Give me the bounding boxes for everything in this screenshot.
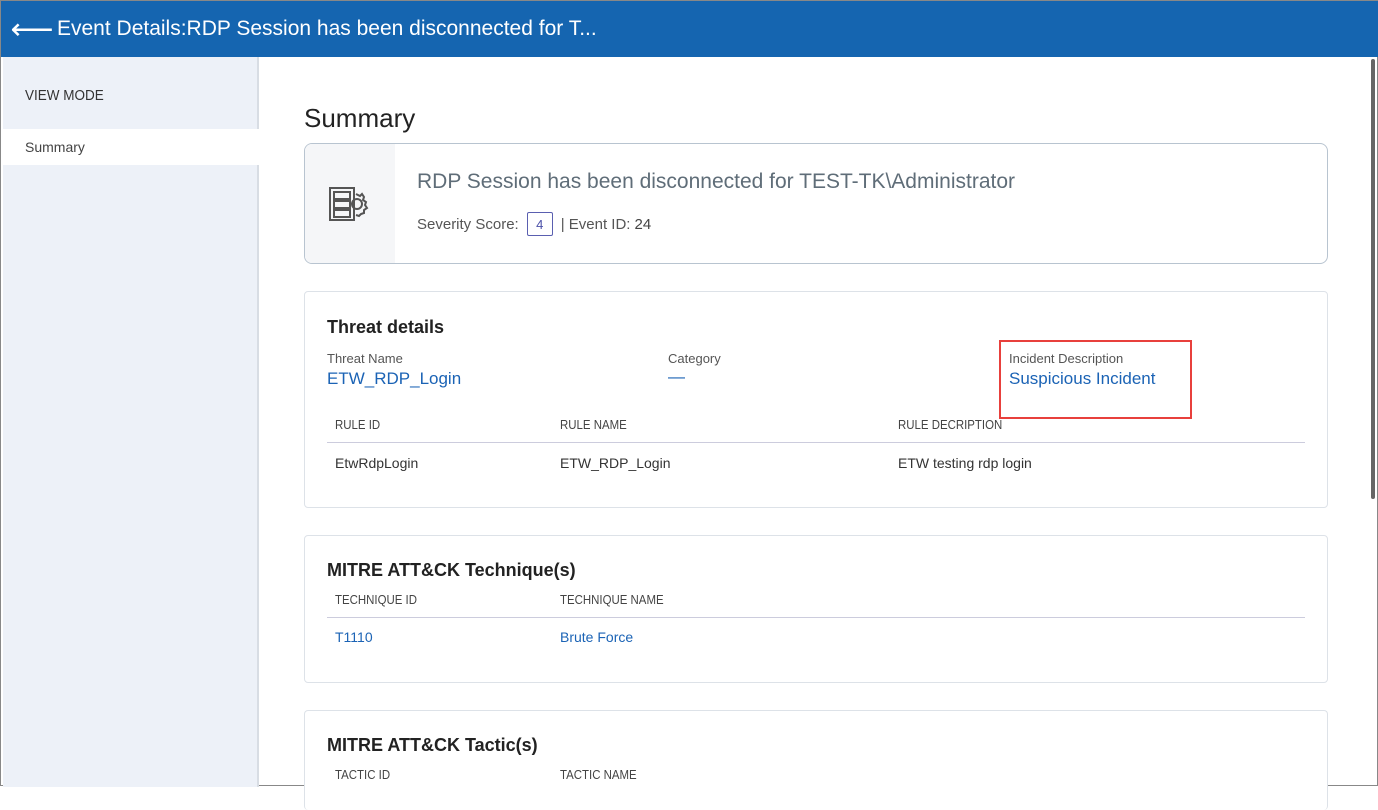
- technique-name-link[interactable]: Brute Force: [560, 629, 633, 645]
- view-mode-label: VIEW MODE: [25, 87, 104, 104]
- severity-label: Severity Score:: [417, 215, 519, 233]
- technique-card: MITRE ATT&CK Technique(s) TECHNIQUE ID T…: [304, 535, 1328, 683]
- divider: [327, 617, 1305, 618]
- page-header-title: Event Details:RDP Session has been disco…: [57, 17, 597, 40]
- severity-badge: 4: [526, 212, 553, 236]
- column-header: TECHNIQUE NAME: [560, 592, 664, 607]
- column-header: RULE ID: [335, 417, 381, 432]
- threat-name-link[interactable]: ETW_RDP_Login: [327, 369, 461, 389]
- table-cell: ETW_RDP_Login: [560, 455, 671, 471]
- column-header: RULE DECRIPTION: [898, 417, 1003, 432]
- technique-id-link[interactable]: T1110: [335, 629, 373, 645]
- table-cell: EtwRdpLogin: [335, 455, 419, 471]
- severity-row: Severity Score: 4 | Event ID: 24: [417, 212, 651, 236]
- event-server-gear-icon: [305, 144, 395, 263]
- column-header: TECHNIQUE ID: [335, 592, 417, 607]
- column-header: TACTIC NAME: [560, 767, 637, 782]
- event-id-label: | Event ID:: [560, 215, 631, 233]
- event-title: RDP Session has been disconnected for TE…: [417, 170, 1016, 193]
- section-title: MITRE ATT&CK Tactic(s): [327, 735, 538, 755]
- column-header: TACTIC ID: [335, 767, 391, 782]
- event-id-value: 24: [634, 215, 652, 233]
- page-title: Summary: [304, 103, 416, 133]
- scrollbar[interactable]: [1371, 59, 1375, 499]
- sidebar-item-summary[interactable]: Summary: [3, 129, 259, 165]
- section-title: MITRE ATT&CK Technique(s): [327, 560, 576, 580]
- app-header: ⟵ Event Details:RDP Session has been dis…: [1, 1, 1378, 57]
- main-content: Summary RDP Session has been disconnecte…: [261, 57, 1369, 810]
- category-value: —: [668, 367, 685, 386]
- event-summary-card: RDP Session has been disconnected for TE…: [304, 143, 1328, 264]
- highlight-box: [999, 340, 1192, 419]
- column-header: RULE NAME: [560, 417, 627, 432]
- table-cell: ETW testing rdp login: [898, 455, 1032, 471]
- tactic-card: MITRE ATT&CK Tactic(s) TACTIC ID TACTIC …: [304, 710, 1328, 810]
- section-title: Threat details: [327, 317, 445, 337]
- category-label: Category: [668, 351, 721, 366]
- divider: [327, 442, 1305, 443]
- back-arrow-icon[interactable]: ⟵: [7, 12, 57, 47]
- sidebar: VIEW MODE Summary: [3, 57, 259, 787]
- threat-name-label: Threat Name: [327, 351, 403, 366]
- threat-details-card: Threat details Threat Name ETW_RDP_Login…: [304, 291, 1328, 508]
